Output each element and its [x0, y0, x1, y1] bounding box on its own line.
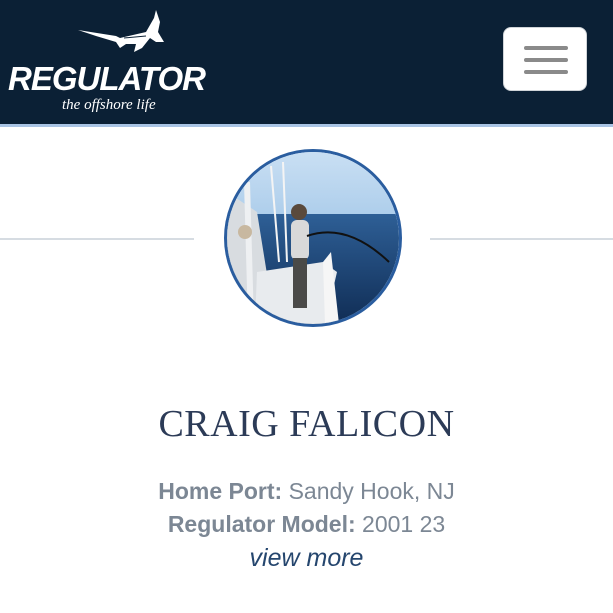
logo-tagline: the offshore life [62, 97, 156, 113]
home-port-value: Sandy Hook, NJ [288, 478, 455, 504]
divider-left [0, 238, 194, 240]
home-port-line: Home Port: Sandy Hook, NJ [0, 478, 613, 505]
hamburger-menu-icon-bar-2 [524, 58, 568, 62]
regulator-model-label: Regulator Model: [167, 511, 356, 537]
logo-wordmark: REGULATOR [8, 60, 206, 97]
view-more-link[interactable]: view more [0, 544, 613, 573]
divider-right [430, 238, 613, 240]
hamburger-menu-icon-bar-3 [524, 70, 568, 74]
menu-button[interactable] [503, 27, 587, 91]
angler-name: CRAIG FALICON [158, 403, 455, 445]
regulator-model-value: 2001 23 [362, 511, 446, 537]
hamburger-menu-icon [524, 46, 568, 50]
profile-photo-image [227, 152, 399, 324]
home-port-label: Home Port: [158, 478, 283, 504]
marlin-logo-icon [78, 10, 164, 52]
site-header: REGULATOR the offshore life [0, 0, 613, 127]
regulator-logo[interactable]: REGULATOR the offshore life [8, 8, 238, 113]
profile-photo[interactable] [224, 149, 402, 327]
regulator-model-line: Regulator Model: 2001 23 [0, 511, 613, 538]
